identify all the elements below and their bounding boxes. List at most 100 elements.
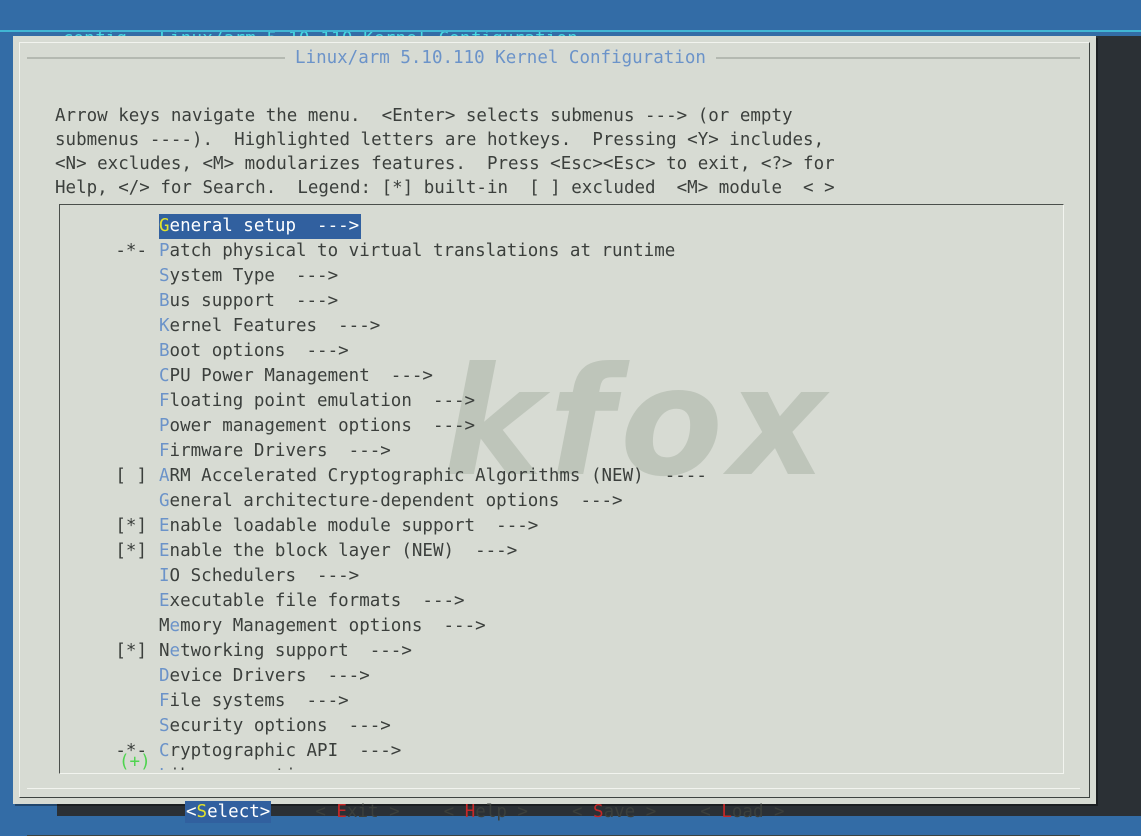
menu-item-marker: -*- xyxy=(115,241,147,261)
title-rule-left xyxy=(27,57,285,59)
menu-item[interactable]: Executable file formats ---> xyxy=(59,589,1059,614)
button-hotkey: S xyxy=(196,802,208,822)
menu-item-label-post: mory Management options ---> xyxy=(180,616,486,636)
menu-item-label-pre: N xyxy=(159,641,170,661)
menu-item[interactable]: File systems ---> xyxy=(59,689,1059,714)
menu-item[interactable]: Floating point emulation ---> xyxy=(59,389,1059,414)
menu-item-marker xyxy=(59,489,159,514)
menu-item-marker xyxy=(59,664,159,689)
menu-item-marker xyxy=(59,614,159,639)
menu-item-hotkey: B xyxy=(159,341,170,361)
help-line: submenus ----). Highlighted letters are … xyxy=(55,130,825,150)
menu-item[interactable]: [ ] ARM Accelerated Cryptographic Algorit… xyxy=(59,464,1059,489)
title-bar-divider xyxy=(0,30,1141,32)
menu-item[interactable]: -*- Cryptographic API ---> xyxy=(59,739,1059,764)
menu-item-hotkey: L xyxy=(159,766,170,770)
menu-item[interactable]: Kernel Features ---> xyxy=(59,314,1059,339)
button-label-pre: < xyxy=(443,802,465,822)
menu-list[interactable]: General setup ---> -*- Patch physical to v… xyxy=(59,214,1059,770)
menu-item-hotkey: e xyxy=(169,616,181,636)
menu-item-marker xyxy=(59,714,159,739)
menu-item-hotkey: E xyxy=(159,516,170,536)
menu-item-hotkey: D xyxy=(159,666,170,686)
menu-item-hotkey: C xyxy=(159,366,170,386)
menu-item[interactable]: Boot options ---> xyxy=(59,339,1059,364)
menu-item-marker: [*] xyxy=(115,516,147,536)
menu-item-label-post: RM Accelerated Cryptographic Algorithms … xyxy=(169,466,707,486)
menu-item[interactable]: Firmware Drivers ---> xyxy=(59,439,1059,464)
button-label-post: elp > xyxy=(475,802,528,822)
menu-item-label: Power management options ---> xyxy=(159,414,475,439)
menu-item-label: Memory Management options ---> xyxy=(159,614,486,639)
menu-item[interactable]: [*] Networking support ---> xyxy=(59,639,1059,664)
help-line: <N> excludes, <M> modularizes features. … xyxy=(55,154,835,174)
menu-item-marker: [*] xyxy=(115,541,147,561)
button-label-post: elect> xyxy=(207,802,271,822)
menu-item-label-post: nable the block layer (NEW) ---> xyxy=(169,541,518,561)
menu-item-label: Security options ---> xyxy=(159,714,391,739)
menu-item-label: ARM Accelerated Cryptographic Algorithms… xyxy=(159,464,707,489)
menu-item-label: Bus support ---> xyxy=(159,289,338,314)
menu-item[interactable]: Bus support ---> xyxy=(59,289,1059,314)
button-label-pre: < xyxy=(571,802,594,822)
menu-item[interactable]: Security options ---> xyxy=(59,714,1059,739)
button-hotkey: S xyxy=(593,802,604,822)
menu-item[interactable]: System Type ---> xyxy=(59,264,1059,289)
menu-item-marker xyxy=(59,564,159,589)
help-button[interactable]: < Help > xyxy=(444,801,528,823)
menu-item-label: General setup ---> xyxy=(159,214,362,239)
menu-item[interactable]: Memory Management options ---> xyxy=(59,614,1059,639)
menu-item-label-post: ystem Type ---> xyxy=(169,266,339,286)
menu-item-label-post: ower management options ---> xyxy=(169,416,476,436)
menu-item-marker xyxy=(59,214,159,239)
menu-item[interactable]: [*] Enable the block layer (NEW) ---> xyxy=(59,539,1059,564)
menu-item-hotkey: E xyxy=(159,541,170,561)
menu-item[interactable]: CPU Power Management ---> xyxy=(59,364,1059,389)
load-button[interactable]: < Load > xyxy=(700,801,784,823)
menu-item-label-post: PU Power Management ---> xyxy=(169,366,433,386)
menu-item[interactable]: -*- Patch physical to virtual translation… xyxy=(59,239,1059,264)
menu-item[interactable]: General setup ---> xyxy=(59,214,1059,239)
button-label-post: xit > xyxy=(346,802,400,822)
menu-item[interactable]: General architecture-dependent options -… xyxy=(59,489,1059,514)
menu-item-label-pre: M xyxy=(159,616,170,636)
menu-item-marker xyxy=(59,264,159,289)
button-hotkey: E xyxy=(336,802,347,822)
window-title-bar: .config - Linux/arm 5.10.110 Kernel Conf… xyxy=(0,0,1141,49)
menu-item-marker xyxy=(59,389,159,414)
menu-item-hotkey: G xyxy=(159,491,170,511)
save-button[interactable]: < Save > xyxy=(572,801,656,823)
menu-item-label: Firmware Drivers ---> xyxy=(159,439,391,464)
menu-item-label: Networking support ---> xyxy=(159,639,412,664)
menu-item-label-post: ecurity options ---> xyxy=(169,716,391,736)
menu-item-hotkey: G xyxy=(159,216,170,236)
menu-item-label: Patch physical to virtual translations a… xyxy=(159,239,675,264)
menu-item-hotkey: P xyxy=(159,416,170,436)
menu-item[interactable]: Power management options ---> xyxy=(59,414,1059,439)
menu-item-hotkey: S xyxy=(159,716,170,736)
button-label-post: ave > xyxy=(603,802,657,822)
menu-item-label: Boot options ---> xyxy=(159,339,349,364)
menu-item-label-post: O Schedulers ---> xyxy=(169,566,360,586)
menu-item-marker xyxy=(59,439,159,464)
menu-item[interactable]: IO Schedulers ---> xyxy=(59,564,1059,589)
exit-button[interactable]: < Exit > xyxy=(315,801,399,823)
menu-item-label-post: ile systems ---> xyxy=(169,691,349,711)
menu-item-hotkey: C xyxy=(159,741,170,761)
menu-item[interactable]: Device Drivers ---> xyxy=(59,664,1059,689)
menu-item-label-post: eneral setup ---> xyxy=(169,216,360,236)
menu-item[interactable]: [*] Enable loadable module support ---> xyxy=(59,514,1059,539)
menu-item-label: Device Drivers ---> xyxy=(159,664,370,689)
menu-item-hotkey: S xyxy=(159,266,170,286)
menu-item-label-post: tworking support ---> xyxy=(180,641,412,661)
menu-item[interactable]: Library routines ---> xyxy=(59,764,1059,770)
title-rule-right xyxy=(715,57,1080,59)
select-button[interactable]: <Select> xyxy=(185,801,272,823)
menu-item-label-post: loating point emulation ---> xyxy=(169,391,476,411)
menu-item-label: CPU Power Management ---> xyxy=(159,364,433,389)
help-text: Arrow keys navigate the menu. <Enter> se… xyxy=(55,104,1095,200)
menu-item-hotkey: P xyxy=(159,241,170,261)
button-label-post: oad > xyxy=(731,802,785,822)
menu-item-label-post: atch physical to virtual translations at… xyxy=(169,241,676,261)
scroll-more-indicator: (+) xyxy=(119,752,151,772)
